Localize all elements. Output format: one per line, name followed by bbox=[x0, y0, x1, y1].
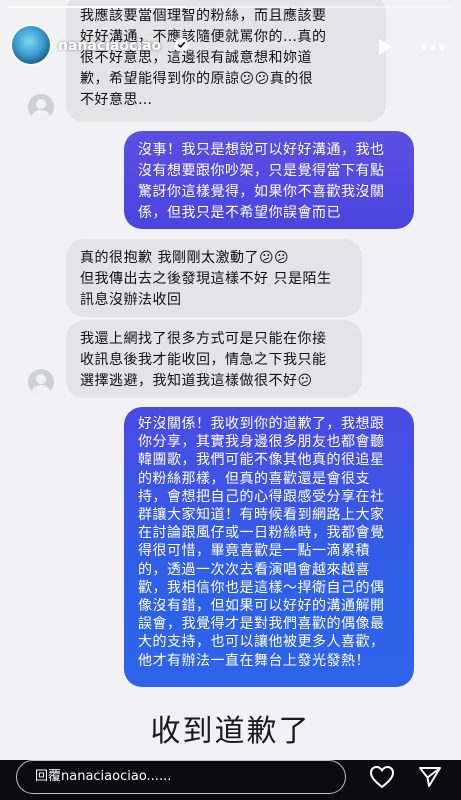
message-line: 沒有想要跟你吵架，只是覺得當下有點 bbox=[138, 163, 385, 179]
message-line: 歡，我相信你也是這樣～捍衛自己的偶 bbox=[138, 579, 385, 596]
message-line: 的粉絲那樣，但真的喜歡還是會很支 bbox=[138, 470, 370, 487]
message-line: 沒事！我只是想說可以好好溝通，我也 bbox=[138, 142, 385, 158]
message-line: 他才有辦法一直在舞台上發光發熱！ bbox=[138, 652, 370, 669]
story-caption: 收到道歉了 bbox=[150, 714, 311, 749]
message-bubble-outgoing: 好沒關係！我收到你的道歉了，我想跟 你分享，其實我身邊很多朋友也都會聽 韓團歌，… bbox=[124, 407, 414, 687]
message-line: 的，透過一次次去看演唱會越來越喜 bbox=[138, 561, 370, 578]
message-line: 驚訝你這樣覺得，如果你不喜歡我沒關 bbox=[138, 184, 385, 200]
message-line: 在討論跟風仔或一日粉絲時，我都會覺 bbox=[138, 525, 385, 542]
message-line: 不好意思… bbox=[80, 92, 153, 108]
message-line: 選擇逃避，我知道我這樣做很不好😕 bbox=[80, 373, 313, 389]
message-line: 收訊息後我才能收回，情急之下我只能 bbox=[80, 352, 327, 368]
verified-icon bbox=[174, 37, 189, 52]
message-bubble-incoming: 真的很抱歉 我剛剛太激動了😕😕 但我傳出去之後發現這樣不好 只是陌生 訊息沒辦法… bbox=[66, 239, 362, 317]
profile-avatar[interactable] bbox=[12, 26, 50, 64]
story-progress-bar bbox=[8, 6, 453, 8]
story-viewer: 我應該要當個理智的粉絲，而且應該要 好好溝通，不應該隨便就罵你的…真的 很不好意… bbox=[0, 0, 461, 800]
chat-screenshot: 我應該要當個理智的粉絲，而且應該要 好好溝通，不應該隨便就罵你的…真的 很不好意… bbox=[0, 0, 461, 760]
message-line: 好沒關係！我收到你的道歉了，我想跟 bbox=[138, 416, 385, 432]
message-line: 訊息沒辦法收回 bbox=[80, 292, 182, 308]
play-icon[interactable] bbox=[377, 38, 393, 56]
contact-avatar bbox=[28, 369, 54, 395]
message-line: 係，但我只是不希望你誤會而已 bbox=[138, 205, 341, 221]
contact-avatar bbox=[28, 94, 54, 120]
heart-icon[interactable] bbox=[369, 765, 395, 789]
message-line: 我還上網找了很多方式可是只能在你接 bbox=[80, 331, 327, 347]
message-bubble-outgoing: 沒事！我只是想說可以好好溝通，我也 沒有想要跟你吵架，只是覺得當下有點 驚訝你這… bbox=[124, 131, 414, 229]
message-line: 誤會，我覺得才是對我們喜歡的偶像最 bbox=[138, 616, 385, 633]
message-line: 韓團歌，我們可能不像其他真的很追星 bbox=[138, 452, 385, 469]
story-header: nanaciaociao bbox=[0, 14, 461, 74]
message-line: 持，會想把自己的心得跟感受分享在社 bbox=[138, 488, 385, 505]
reply-input[interactable]: 回覆nanaciaociao...... bbox=[16, 760, 346, 794]
message-bubble-incoming: 我還上網找了很多方式可是只能在你接 收訊息後我才能收回，情急之下我只能 選擇逃避… bbox=[66, 320, 362, 398]
story-username[interactable]: nanaciaociao bbox=[58, 38, 161, 54]
message-line: 真的很抱歉 我剛剛太激動了😕😕 bbox=[80, 250, 290, 266]
more-options-icon[interactable] bbox=[421, 44, 445, 50]
message-line: 大的支持，也可以讓他被更多人喜歡， bbox=[138, 634, 385, 651]
story-progress-fill bbox=[8, 6, 186, 8]
message-line: 得很可惜，畢竟喜歡是一點一滴累積 bbox=[138, 543, 370, 560]
send-icon[interactable] bbox=[418, 765, 442, 789]
message-line: 但我傳出去之後發現這樣不好 只是陌生 bbox=[80, 271, 332, 287]
message-line: 群讓大家知道！有時候看到網路上大家 bbox=[138, 507, 385, 524]
message-line: 你分享，其實我身邊很多朋友也都會聽 bbox=[138, 434, 385, 451]
message-line: 像沒有錯，但如果可以好好的溝通解開 bbox=[138, 598, 385, 615]
